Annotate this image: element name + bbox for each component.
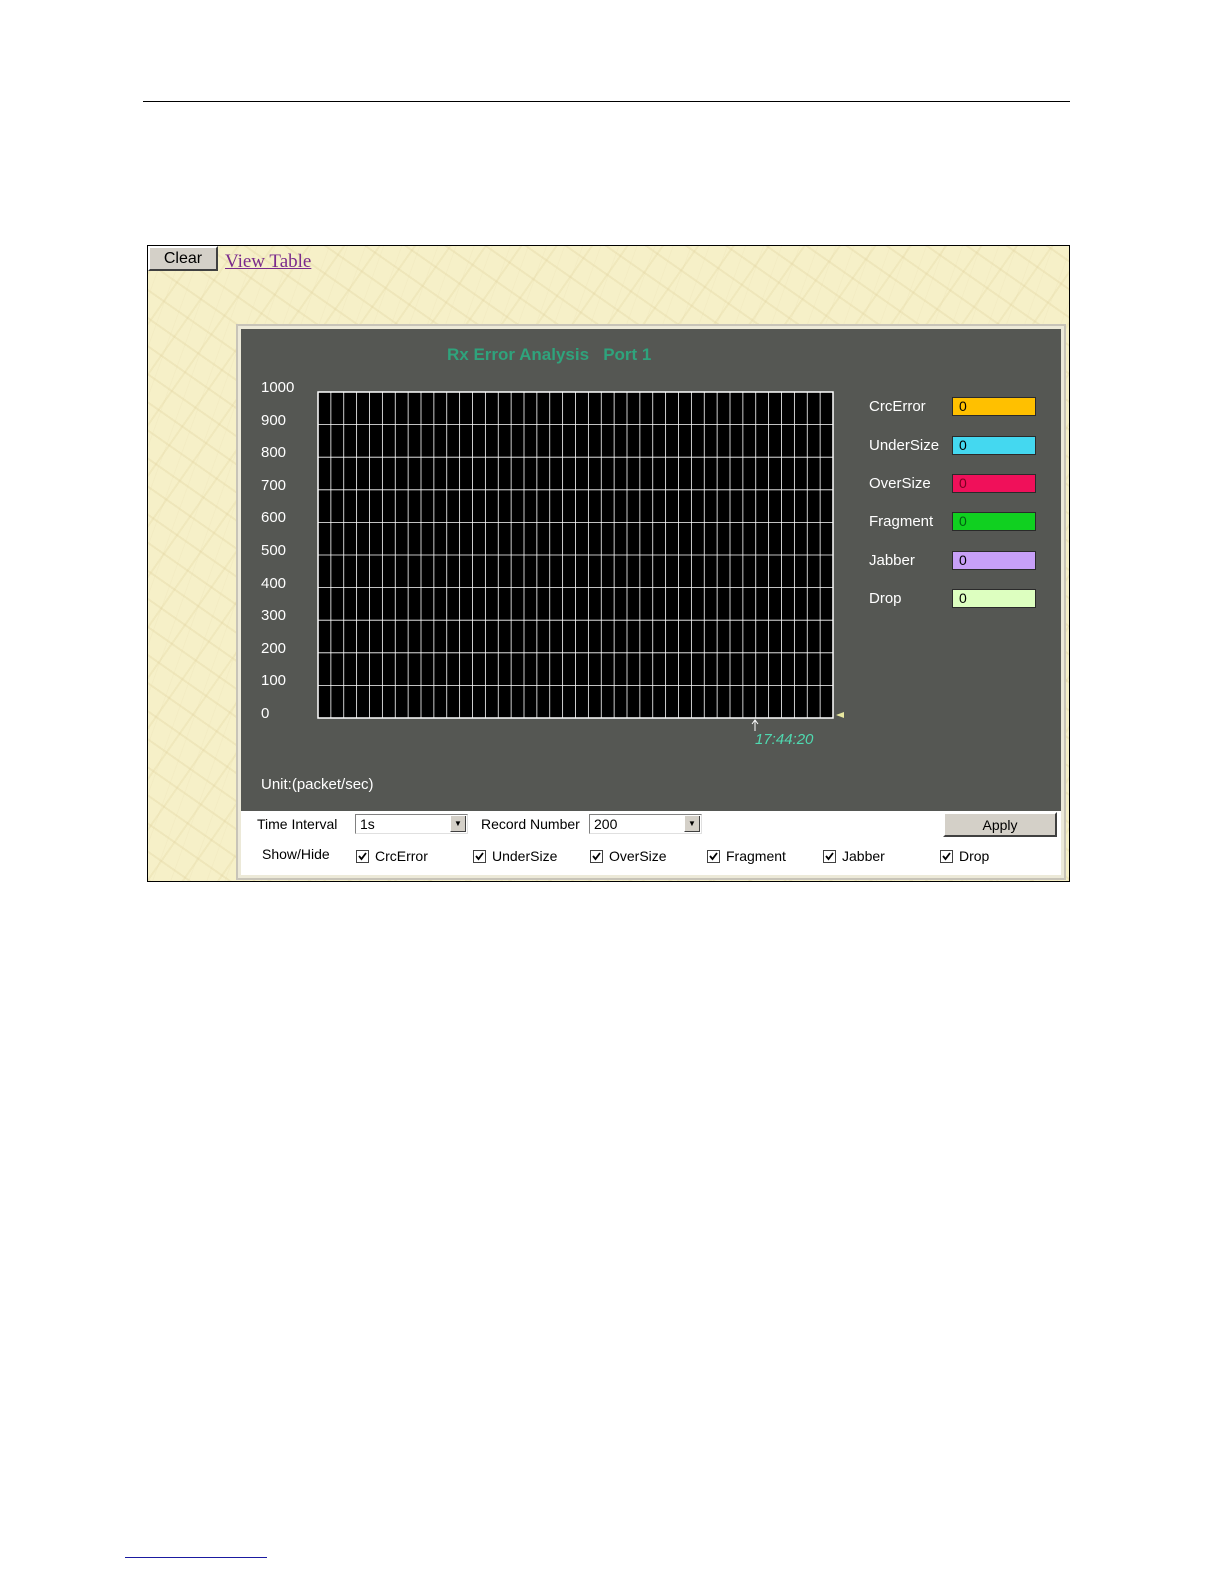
x-tick-time: 17:44:20 — [755, 731, 814, 748]
legend-value-oversize: 0 — [952, 474, 1036, 493]
apply-button[interactable]: Apply — [943, 812, 1057, 837]
checkbox-box[interactable] — [473, 850, 486, 863]
legend-label-fragment: Fragment — [869, 513, 934, 530]
y-tick-label: 900 — [261, 411, 287, 429]
legend-label-oversize: OverSize — [869, 475, 931, 492]
checkbox-label: Fragment — [726, 848, 786, 864]
chevron-down-icon[interactable]: ▼ — [684, 816, 700, 832]
y-tick-label: 700 — [261, 476, 287, 494]
check-icon — [592, 852, 601, 861]
y-tick-label: 400 — [261, 574, 287, 592]
y-tick-label: 600 — [261, 509, 287, 527]
checkbox-box[interactable] — [940, 850, 953, 863]
show-hide-label: Show/Hide — [262, 846, 330, 862]
checkbox-drop[interactable]: Drop — [940, 848, 989, 864]
plot-svg — [317, 391, 844, 731]
legend-label-jabber: Jabber — [869, 552, 915, 569]
unit-label: Unit:(packet/sec) — [261, 776, 374, 793]
check-icon — [709, 852, 718, 861]
clear-button[interactable]: Clear — [148, 246, 218, 271]
legend-label-undersize: UnderSize — [869, 437, 940, 454]
checkbox-label: OverSize — [609, 848, 667, 864]
header-rule — [143, 101, 1070, 102]
legend-value-jabber: 0 — [952, 551, 1036, 570]
legend-value-crcerror: 0 — [952, 397, 1036, 416]
grid-lines — [318, 392, 833, 718]
rx-error-panel: Clear View Table Rx Error Analysis Port … — [147, 245, 1070, 882]
record-number-value: 200 — [594, 816, 618, 832]
chart-area: Rx Error Analysis Port 1 1000 900 800 700 60… — [241, 329, 1061, 811]
time-interval-value: 1s — [360, 816, 375, 832]
checkbox-fragment[interactable]: Fragment — [707, 848, 786, 864]
checkbox-box[interactable] — [707, 850, 720, 863]
legend-value-fragment: 0 — [952, 512, 1036, 531]
checkbox-crcerror[interactable]: CrcError — [356, 848, 428, 864]
record-number-label: Record Number — [481, 816, 580, 832]
legend-label-drop: Drop — [869, 590, 902, 607]
legend-value-undersize: 0 — [952, 436, 1036, 455]
checkbox-label: Jabber — [842, 848, 885, 864]
y-tick-label: 800 — [261, 444, 287, 462]
control-bar: Time Interval 1s ▼ Record Number 200 ▼ A… — [241, 811, 1061, 875]
record-number-select[interactable]: 200 ▼ — [589, 814, 702, 834]
y-tick-label: 300 — [261, 607, 287, 625]
checkbox-box[interactable] — [823, 850, 836, 863]
check-icon — [942, 852, 951, 861]
time-interval-select[interactable]: 1s ▼ — [355, 814, 468, 834]
chevron-down-icon[interactable]: ▼ — [450, 816, 466, 832]
time-cursor-marker — [836, 712, 844, 718]
y-tick-label: 1000 — [261, 379, 295, 396]
y-tick-label: 200 — [261, 639, 287, 657]
check-icon — [475, 852, 484, 861]
legend-label-crcerror: CrcError — [869, 398, 926, 415]
checkbox-label: CrcError — [375, 848, 428, 864]
checkbox-label: UnderSize — [492, 848, 558, 864]
chart-applet: Rx Error Analysis Port 1 1000 900 800 700 60… — [236, 324, 1066, 880]
checkbox-jabber[interactable]: Jabber — [823, 848, 885, 864]
checkbox-undersize[interactable]: UnderSize — [473, 848, 557, 864]
checkbox-box[interactable] — [356, 850, 369, 863]
time-interval-label: Time Interval — [257, 816, 338, 832]
view-table-link[interactable]: View Table — [225, 251, 311, 273]
checkbox-oversize[interactable]: OverSize — [590, 848, 667, 864]
check-icon — [825, 852, 834, 861]
footer-link-rule — [125, 1557, 267, 1558]
y-tick-label: 100 — [261, 672, 287, 690]
y-tick-label: 500 — [261, 542, 287, 559]
checkbox-label: Drop — [959, 848, 990, 864]
legend-value-drop: 0 — [952, 589, 1036, 608]
y-tick-label: 0 — [261, 705, 270, 722]
check-icon — [358, 852, 367, 861]
checkbox-box[interactable] — [590, 850, 603, 863]
